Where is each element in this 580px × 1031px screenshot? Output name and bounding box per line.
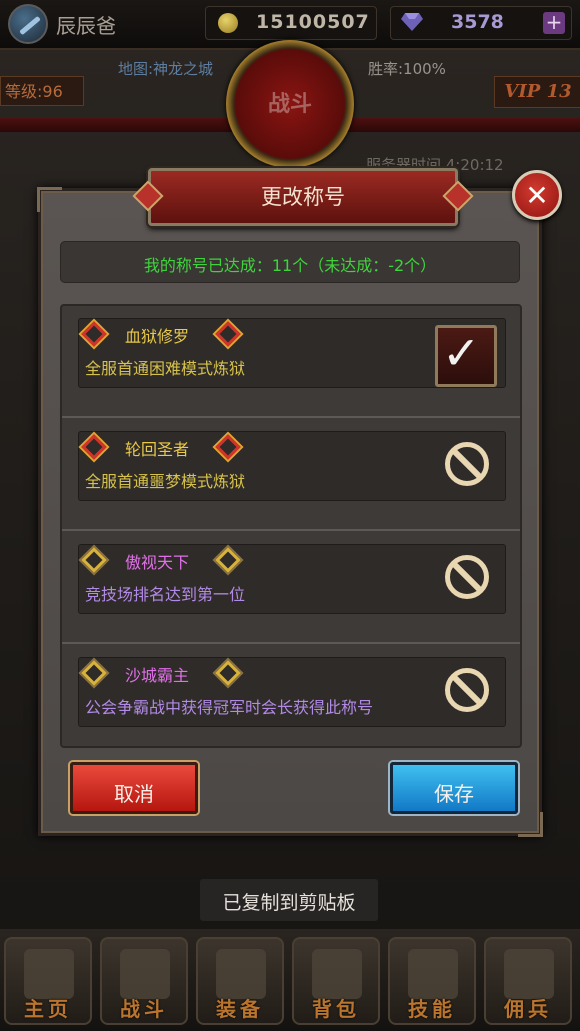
dialog-title-plate: 更改称号 bbox=[132, 168, 474, 226]
nav-label: 装备 bbox=[216, 997, 264, 1021]
title-row[interactable]: 沙城霸主 公会争霸战中获得冠军时会长获得此称号 bbox=[62, 645, 520, 757]
title-row[interactable]: 轮回圣者 全服首通噩梦模式炼狱 bbox=[62, 419, 520, 531]
win-rate: 胜率:100% bbox=[368, 60, 446, 78]
battle-button[interactable]: 战斗 bbox=[226, 40, 354, 168]
diamond-icon bbox=[81, 660, 107, 686]
nav-home[interactable]: 主页 bbox=[4, 937, 92, 1025]
cancel-label: 取消 bbox=[114, 782, 154, 806]
diamond-icon bbox=[215, 660, 241, 686]
nav-label: 主页 bbox=[24, 997, 72, 1021]
close-icon: ✕ bbox=[525, 179, 549, 212]
title-card: 傲视天下 竞技场排名达到第一位 bbox=[78, 544, 506, 614]
diamond-icon bbox=[81, 321, 107, 347]
checkmark-icon: ✓ bbox=[442, 326, 481, 380]
level-badge: 等级:96 bbox=[0, 76, 84, 106]
diamond-icon bbox=[215, 434, 241, 460]
toast-text: 已复制到剪贴板 bbox=[222, 892, 356, 914]
battle-label: 战斗 bbox=[267, 92, 312, 117]
bottom-nav: 主页 战斗 装备 背包 技能 佣兵 bbox=[0, 929, 580, 1031]
gem-counter: 3578 + bbox=[390, 6, 572, 40]
gold-coin-icon bbox=[218, 13, 238, 33]
avatar[interactable] bbox=[8, 4, 48, 44]
title-row[interactable]: 血狱修罗 全服首通困难模式炼狱 ✓ bbox=[62, 306, 520, 418]
title-name: 血狱修罗 bbox=[125, 327, 190, 346]
nav-skills[interactable]: 技能 bbox=[388, 937, 476, 1025]
title-row[interactable]: 傲视天下 竞技场排名达到第一位 bbox=[62, 532, 520, 644]
selected-checkbox[interactable]: ✓ bbox=[435, 325, 497, 387]
nav-label: 佣兵 bbox=[504, 997, 552, 1021]
player-name: 辰辰爸 bbox=[56, 14, 116, 38]
title-card: 轮回圣者 全服首通噩梦模式炼狱 bbox=[78, 431, 506, 501]
save-label: 保存 bbox=[434, 782, 474, 806]
gem-icon bbox=[401, 13, 423, 31]
title-description: 全服首通噩梦模式炼狱 bbox=[85, 472, 246, 491]
title-name: 轮回圣者 bbox=[125, 440, 190, 459]
add-gems-button[interactable]: + bbox=[543, 12, 565, 34]
nav-label: 技能 bbox=[408, 997, 456, 1021]
armor-icon bbox=[216, 949, 266, 999]
nav-bag[interactable]: 背包 bbox=[292, 937, 380, 1025]
diamond-icon bbox=[81, 434, 107, 460]
scroll-icon bbox=[408, 949, 458, 999]
title-name: 沙城霸主 bbox=[125, 666, 190, 685]
title-description: 竞技场排名达到第一位 bbox=[85, 585, 246, 604]
nav-mercenary[interactable]: 佣兵 bbox=[484, 937, 572, 1025]
title-card: 血狱修罗 全服首通困难模式炼狱 ✓ bbox=[78, 318, 506, 388]
nav-battle[interactable]: 战斗 bbox=[100, 937, 188, 1025]
title-card: 沙城霸主 公会争霸战中获得冠军时会长获得此称号 bbox=[78, 657, 506, 727]
dialog-title: 更改称号 bbox=[261, 185, 345, 209]
nav-label: 战斗 bbox=[120, 997, 168, 1021]
achievement-summary: 我的称号已达成：11个（未达成：-2个） bbox=[60, 241, 520, 283]
close-button[interactable]: ✕ bbox=[512, 170, 562, 220]
locked-prohibited-icon bbox=[445, 442, 489, 486]
title-description: 全服首通困难模式炼狱 bbox=[85, 359, 246, 378]
title-description: 公会争霸战中获得冠军时会长获得此称号 bbox=[85, 698, 374, 717]
diamond-icon bbox=[81, 547, 107, 573]
diamond-icon bbox=[215, 547, 241, 573]
vip-badge[interactable]: VIP 13 bbox=[494, 76, 580, 108]
gold-counter: 15100507 bbox=[205, 6, 377, 40]
title-name: 傲视天下 bbox=[125, 553, 190, 572]
save-button[interactable]: 保存 bbox=[390, 762, 518, 814]
sword-icon bbox=[19, 15, 41, 36]
summary-text: 我的称号已达成：11个（未达成：-2个） bbox=[143, 256, 437, 275]
nav-equipment[interactable]: 装备 bbox=[196, 937, 284, 1025]
gem-amount: 3578 bbox=[451, 11, 504, 33]
clipboard-toast: 已复制到剪贴板 bbox=[200, 879, 378, 921]
gate-icon bbox=[24, 949, 74, 999]
helmet-icon bbox=[504, 949, 554, 999]
gold-amount: 15100507 bbox=[256, 11, 370, 33]
title-list: 血狱修罗 全服首通困难模式炼狱 ✓ 轮回圣者 全服首通噩梦模式炼狱 傲视天下 竞… bbox=[60, 304, 522, 748]
cancel-button[interactable]: 取消 bbox=[70, 762, 198, 814]
swords-icon bbox=[120, 949, 170, 999]
map-label: 地图:神龙之城 bbox=[118, 60, 214, 78]
locked-prohibited-icon bbox=[445, 555, 489, 599]
bag-icon bbox=[312, 949, 362, 999]
nav-label: 背包 bbox=[312, 997, 360, 1021]
diamond-icon bbox=[215, 321, 241, 347]
locked-prohibited-icon bbox=[445, 668, 489, 712]
